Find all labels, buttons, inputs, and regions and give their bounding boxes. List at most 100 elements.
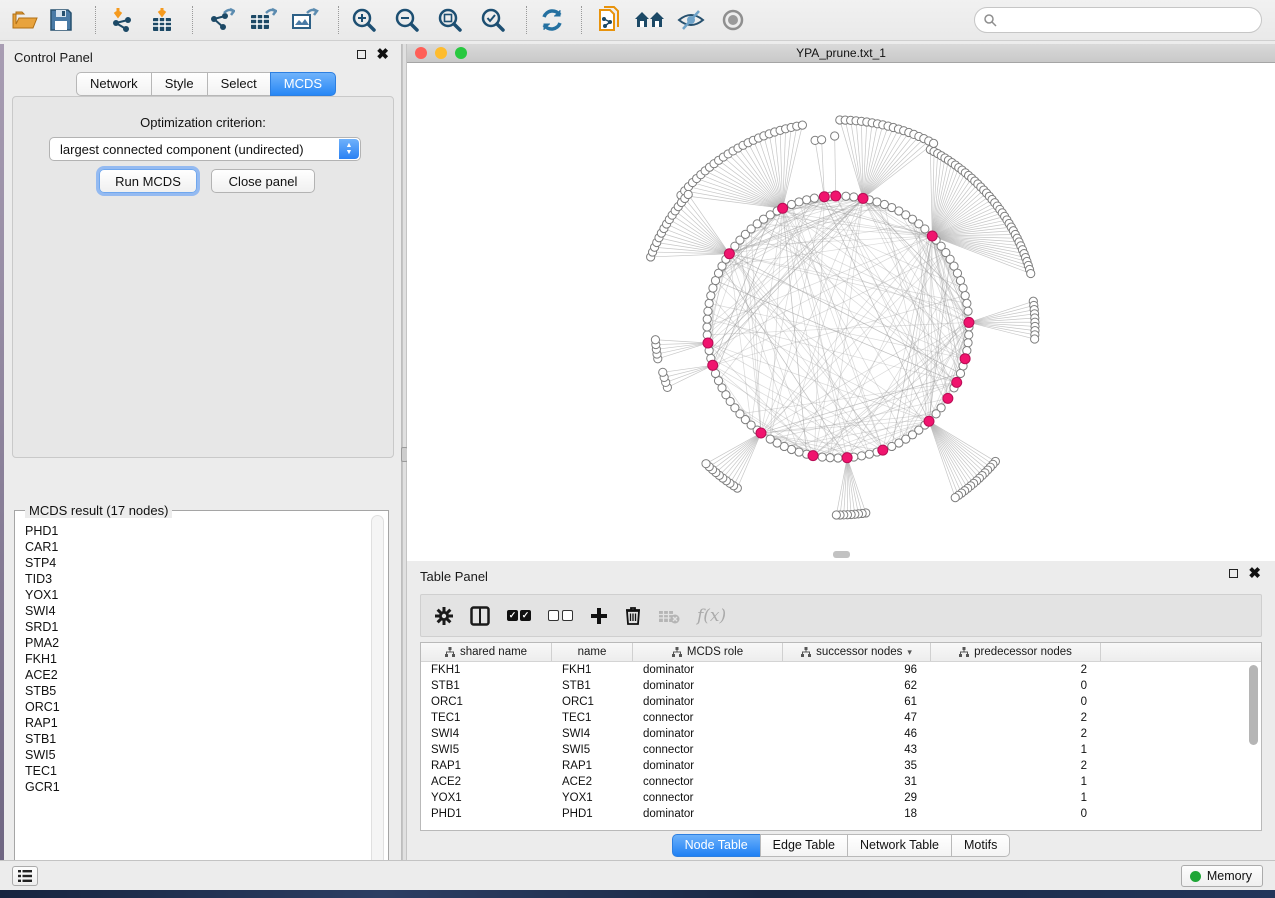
network-node[interactable]	[965, 331, 973, 339]
network-node[interactable]	[951, 493, 959, 501]
network-node[interactable]	[964, 307, 972, 315]
network-node[interactable]	[787, 200, 795, 208]
tab-style[interactable]: Style	[151, 72, 207, 96]
export-image-icon[interactable]	[288, 4, 322, 36]
tab-mcds[interactable]: MCDS	[270, 72, 336, 96]
close-panel-icon[interactable]: ✖	[376, 50, 389, 59]
mcds-hub-node[interactable]	[960, 354, 970, 364]
network-node[interactable]	[766, 435, 774, 443]
zoom-out-icon[interactable]	[390, 4, 424, 36]
mcds-hub-node[interactable]	[927, 231, 937, 241]
export-network-icon[interactable]	[204, 4, 238, 36]
mcds-result-item[interactable]: STP4	[25, 555, 60, 571]
mcds-hub-node[interactable]	[831, 191, 841, 201]
delete-column-trash-icon[interactable]	[625, 606, 641, 625]
network-node[interactable]	[798, 121, 806, 129]
network-node[interactable]	[818, 136, 826, 144]
network-node[interactable]	[709, 284, 717, 292]
mcds-result-item[interactable]: ORC1	[25, 699, 60, 715]
mcds-result-list[interactable]: PHD1CAR1STP4TID3YOX1SWI4SRD1PMA2FKH1ACE2…	[25, 523, 60, 795]
column-header[interactable]: shared name	[421, 643, 552, 661]
close-panel-icon[interactable]: ✖	[1248, 569, 1261, 578]
unselect-all-columns-icon[interactable]	[548, 610, 573, 621]
mcds-result-item[interactable]: PHD1	[25, 523, 60, 539]
network-node[interactable]	[842, 192, 850, 200]
tab-edge-table[interactable]: Edge Table	[760, 834, 847, 857]
table-row[interactable]: PHD1PHD1dominator180	[421, 806, 1261, 822]
network-node[interactable]	[803, 196, 811, 204]
mcds-hub-node[interactable]	[943, 393, 953, 403]
table-row[interactable]: YOX1YOX1connector291	[421, 790, 1261, 806]
network-node[interactable]	[963, 299, 971, 307]
network-node[interactable]	[921, 225, 929, 233]
table-row[interactable]: STB1STB1dominator620	[421, 678, 1261, 694]
mcds-hub-node[interactable]	[878, 445, 888, 455]
network-node[interactable]	[707, 292, 715, 300]
tab-select[interactable]: Select	[207, 72, 270, 96]
mcds-result-item[interactable]: SRD1	[25, 619, 60, 635]
mcds-hub-node[interactable]	[952, 377, 962, 387]
float-panel-icon[interactable]	[357, 50, 366, 59]
network-node[interactable]	[795, 198, 803, 206]
network-window-titlebar[interactable]: YPA_prune.txt_1	[407, 44, 1275, 63]
mcds-hub-node[interactable]	[924, 416, 934, 426]
table-vscroll-thumb[interactable]	[1249, 665, 1258, 745]
clone-network-icon[interactable]	[592, 4, 626, 36]
hide-panel-eye-icon[interactable]	[674, 4, 708, 36]
mcds-result-item[interactable]: YOX1	[25, 587, 60, 603]
mcds-result-item[interactable]: RAP1	[25, 715, 60, 731]
table-settings-gear-icon[interactable]	[435, 607, 453, 625]
table-row[interactable]: TEC1TEC1connector472	[421, 710, 1261, 726]
mcds-hub-node[interactable]	[858, 193, 868, 203]
mcds-list-scrollbar[interactable]	[371, 515, 384, 877]
refresh-icon[interactable]	[535, 4, 569, 36]
network-node[interactable]	[651, 336, 659, 344]
zoom-fit-icon[interactable]	[433, 4, 467, 36]
network-node[interactable]	[956, 276, 964, 284]
network-view-canvas[interactable]	[407, 63, 1275, 561]
table-row[interactable]: ORC1ORC1dominator610	[421, 694, 1261, 710]
network-node[interactable]	[703, 315, 711, 323]
network-node[interactable]	[964, 339, 972, 347]
mcds-hub-node[interactable]	[703, 338, 713, 348]
network-node[interactable]	[1027, 269, 1035, 277]
network-node[interactable]	[959, 284, 967, 292]
mcds-result-item[interactable]: FKH1	[25, 651, 60, 667]
network-node[interactable]	[826, 454, 834, 462]
search-input[interactable]	[974, 7, 1262, 33]
mcds-result-item[interactable]: ACE2	[25, 667, 60, 683]
mcds-result-item[interactable]: STB1	[25, 731, 60, 747]
houses-icon[interactable]	[633, 4, 667, 36]
select-all-columns-icon[interactable]: ✓✓	[507, 610, 531, 621]
network-node[interactable]	[888, 442, 896, 450]
mcds-result-item[interactable]: CAR1	[25, 539, 60, 555]
network-node[interactable]	[834, 454, 842, 462]
network-node[interactable]	[659, 368, 667, 376]
network-node[interactable]	[705, 299, 713, 307]
mcds-result-item[interactable]: SWI5	[25, 747, 60, 763]
network-node[interactable]	[832, 511, 840, 519]
network-node[interactable]	[704, 307, 712, 315]
table-row[interactable]: ACE2ACE2connector311	[421, 774, 1261, 790]
mcds-hub-node[interactable]	[964, 317, 974, 327]
tab-network[interactable]: Network	[76, 72, 151, 96]
show-panel-eye-icon[interactable]	[716, 4, 750, 36]
mcds-result-item[interactable]: TID3	[25, 571, 60, 587]
tab-network-table[interactable]: Network Table	[847, 834, 951, 857]
network-node[interactable]	[1031, 335, 1039, 343]
create-column-plus-icon[interactable]	[590, 607, 608, 625]
network-node[interactable]	[850, 193, 858, 201]
network-node[interactable]	[956, 369, 964, 377]
zoom-selected-icon[interactable]	[476, 4, 510, 36]
mcds-result-item[interactable]: PMA2	[25, 635, 60, 651]
import-table-icon[interactable]	[145, 4, 179, 36]
network-node[interactable]	[873, 198, 881, 206]
column-header[interactable]: MCDS role	[633, 643, 783, 661]
mcds-hub-node[interactable]	[819, 192, 829, 202]
tab-node-table[interactable]: Node Table	[672, 834, 760, 857]
table-row[interactable]: FKH1FKH1dominator962	[421, 662, 1261, 678]
memory-button[interactable]: Memory	[1181, 865, 1263, 887]
mcds-result-item[interactable]: SWI4	[25, 603, 60, 619]
column-header[interactable]: successor nodes▾	[783, 643, 931, 661]
mcds-result-item[interactable]: TEC1	[25, 763, 60, 779]
